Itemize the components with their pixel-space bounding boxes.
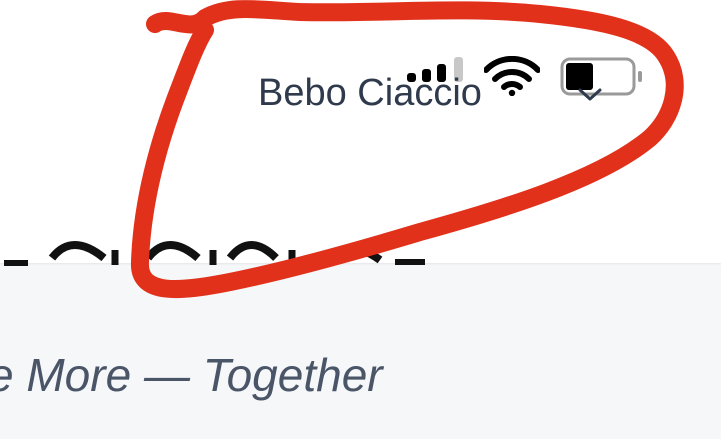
user-name[interactable]: Bebo Ciaccio [258,72,482,115]
page-subtitle: e More — Together [0,349,383,401]
top-nav-bar: Bebo Ciaccio [0,0,721,263]
wifi-icon [484,56,540,96]
chevron-down-icon[interactable] [575,84,605,104]
page-content: e More — Together [0,263,721,439]
page-title-glyph-fragments [4,241,425,266]
page-title-overflow [0,238,721,266]
